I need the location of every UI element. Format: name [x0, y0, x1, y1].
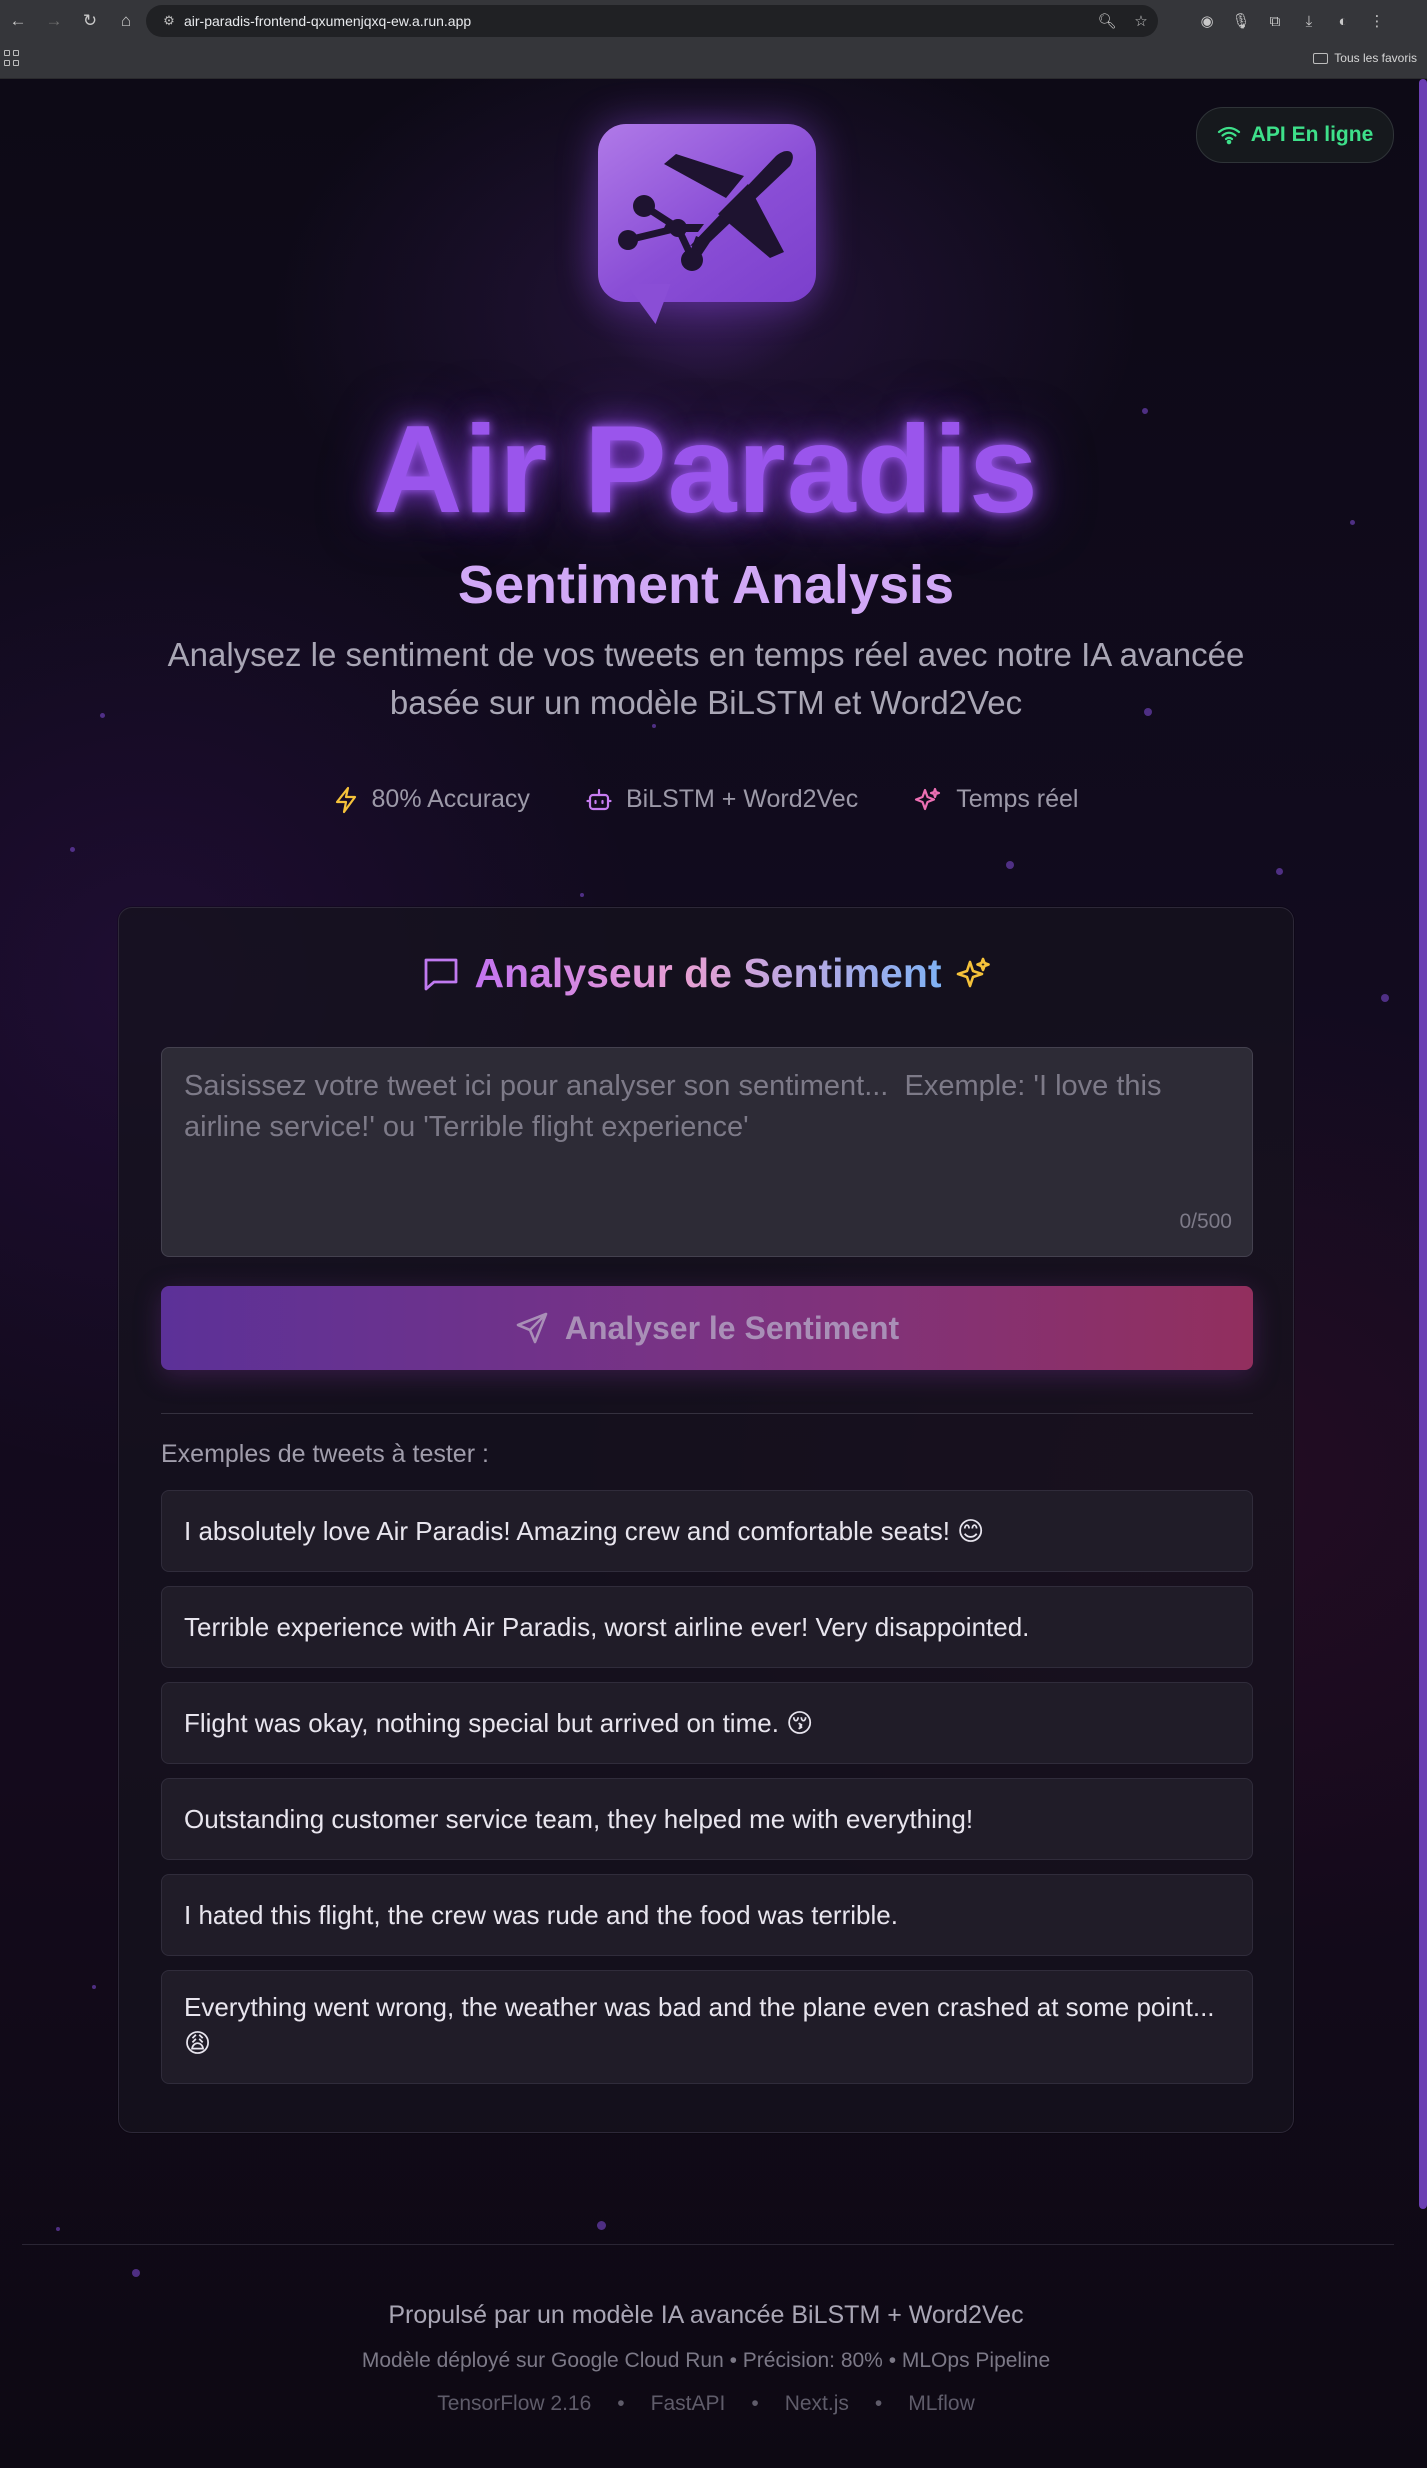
example-tweet[interactable]: Everything went wrong, the weather was b…	[161, 1970, 1253, 2084]
particle-dot	[132, 2269, 140, 2277]
feature-realtime: Temps réel	[914, 785, 1078, 814]
particle-dot	[70, 847, 75, 852]
lightning-icon	[335, 786, 356, 813]
particle-dot	[1006, 861, 1014, 869]
download-icon[interactable]: ⤓	[1292, 13, 1326, 30]
api-status-label: API En ligne	[1250, 123, 1374, 146]
sparkles-icon	[915, 787, 941, 810]
back-icon[interactable]: ←	[0, 0, 36, 42]
example-tweet[interactable]: Terrible experience with Air Paradis, wo…	[161, 1586, 1253, 1668]
site-info-icon[interactable]: ⚙	[154, 13, 184, 29]
bookmark-folder[interactable]: Tous les favoris	[1313, 51, 1417, 65]
footer-deployment-info: Modèle déployé sur Google Cloud Run • Pr…	[361, 2349, 1051, 2372]
app-logo	[548, 94, 858, 394]
analyze-sentiment-button[interactable]: Analyser le Sentiment	[161, 1286, 1253, 1370]
home-icon[interactable]: ⌂	[108, 0, 144, 42]
apps-grid-icon[interactable]	[4, 50, 20, 66]
address-bar[interactable]: ⚙ air-paradis-frontend-qxumenjqxq-ew.a.r…	[146, 5, 1158, 37]
sparkles-icon	[956, 957, 990, 987]
tech-item: MLflow	[908, 2392, 975, 2415]
tech-separator: •	[751, 2392, 759, 2415]
tech-separator: •	[874, 2392, 883, 2415]
examples-heading: Exemples de tweets à tester :	[161, 1440, 489, 1468]
feature-model: BiLSTM + Word2Vec	[586, 785, 858, 814]
particle-dot	[1381, 994, 1389, 1002]
example-tweet[interactable]: I hated this flight, the crew was rude a…	[161, 1874, 1253, 1956]
forward-icon[interactable]: →	[36, 0, 72, 42]
api-status-badge: API En ligne	[1196, 107, 1394, 163]
wifi-icon	[1217, 126, 1240, 145]
footer-powered-by: Propulsé par un modèle IA avancée BiLSTM…	[388, 2301, 1024, 2329]
extension-icon[interactable]: ◉	[1190, 12, 1224, 30]
tweet-input-container: 0/500	[161, 1047, 1253, 1257]
particle-dot	[92, 1985, 96, 1989]
bookmark-folder-label: Tous les favoris	[1334, 51, 1417, 65]
microphone-icon[interactable]: 🎙︎	[1224, 12, 1258, 30]
feature-label: 80% Accuracy	[371, 785, 530, 813]
analyzer-heading: Analyseur de Sentiment	[119, 950, 1295, 997]
tech-item: TensorFlow 2.16	[437, 2392, 592, 2415]
tech-separator: •	[617, 2392, 625, 2415]
section-divider	[161, 1413, 1253, 1414]
page: API En ligne Air Paradis Sentiment Analy…	[0, 79, 1427, 2468]
message-square-icon	[425, 958, 458, 990]
app-description: Analysez le sentiment de vos tweets en t…	[167, 636, 1245, 721]
footer-tech-stack: TensorFlow 2.16 • FastAPI • Next.js • ML…	[0, 2392, 1412, 2416]
analyzer-title: Analyseur de Sentiment	[474, 950, 942, 996]
footer-divider	[22, 2244, 1394, 2245]
reload-icon[interactable]: ↻	[72, 0, 108, 42]
example-tweet[interactable]: Flight was okay, nothing special but arr…	[161, 1682, 1253, 1764]
feature-label: BiLSTM + Word2Vec	[625, 785, 859, 813]
send-icon	[516, 1312, 548, 1344]
example-tweet[interactable]: I absolutely love Air Paradis! Amazing c…	[161, 1490, 1253, 1572]
tech-item: FastAPI	[650, 2392, 726, 2415]
bookmarks-bar: Tous les favoris	[0, 42, 1427, 79]
tech-item: Next.js	[784, 2392, 849, 2415]
profile-avatar-icon[interactable]: ◐	[1326, 13, 1360, 30]
particle-dot	[1276, 868, 1283, 875]
robot-icon	[586, 788, 612, 810]
feature-list: 80% Accuracy BiLSTM + Word2Vec Temps rée…	[0, 785, 1412, 814]
tweet-input[interactable]	[162, 1048, 1252, 1256]
example-tweet[interactable]: Outstanding customer service team, they …	[161, 1778, 1253, 1860]
example-tweets-list: I absolutely love Air Paradis! Amazing c…	[161, 1490, 1253, 2098]
menu-kebab-icon[interactable]: ⋮	[1360, 12, 1394, 30]
app-subtitle: Sentiment Analysis	[457, 555, 955, 615]
app-title: Air Paradis	[373, 401, 1039, 539]
particle-dot	[580, 893, 584, 897]
particle-dot	[100, 713, 105, 718]
extensions-puzzle-icon[interactable]: ⧉	[1258, 13, 1292, 30]
page-scrollbar[interactable]	[1419, 79, 1427, 2209]
browser-toolbar: ← → ↻ ⌂ ⚙ air-paradis-frontend-qxumenjqx…	[0, 0, 1427, 42]
feature-accuracy: 80% Accuracy	[334, 785, 530, 814]
url-text[interactable]: air-paradis-frontend-qxumenjqxq-ew.a.run…	[184, 13, 1090, 29]
character-counter: 0/500	[1179, 1210, 1232, 1233]
particle-dot	[56, 2227, 60, 2231]
feature-label: Temps réel	[956, 785, 1079, 813]
folder-icon	[1313, 52, 1329, 64]
zoom-icon[interactable]: 🔍︎	[1090, 12, 1124, 30]
particle-dot	[597, 2221, 606, 2230]
sentiment-analyzer-card: Analyseur de Sentiment 0/500 Analyser le…	[118, 907, 1294, 2133]
airplane-network-icon	[618, 151, 793, 271]
bookmark-star-icon[interactable]: ☆	[1124, 12, 1158, 30]
analyze-button-label: Analyser le Sentiment	[564, 1309, 900, 1346]
